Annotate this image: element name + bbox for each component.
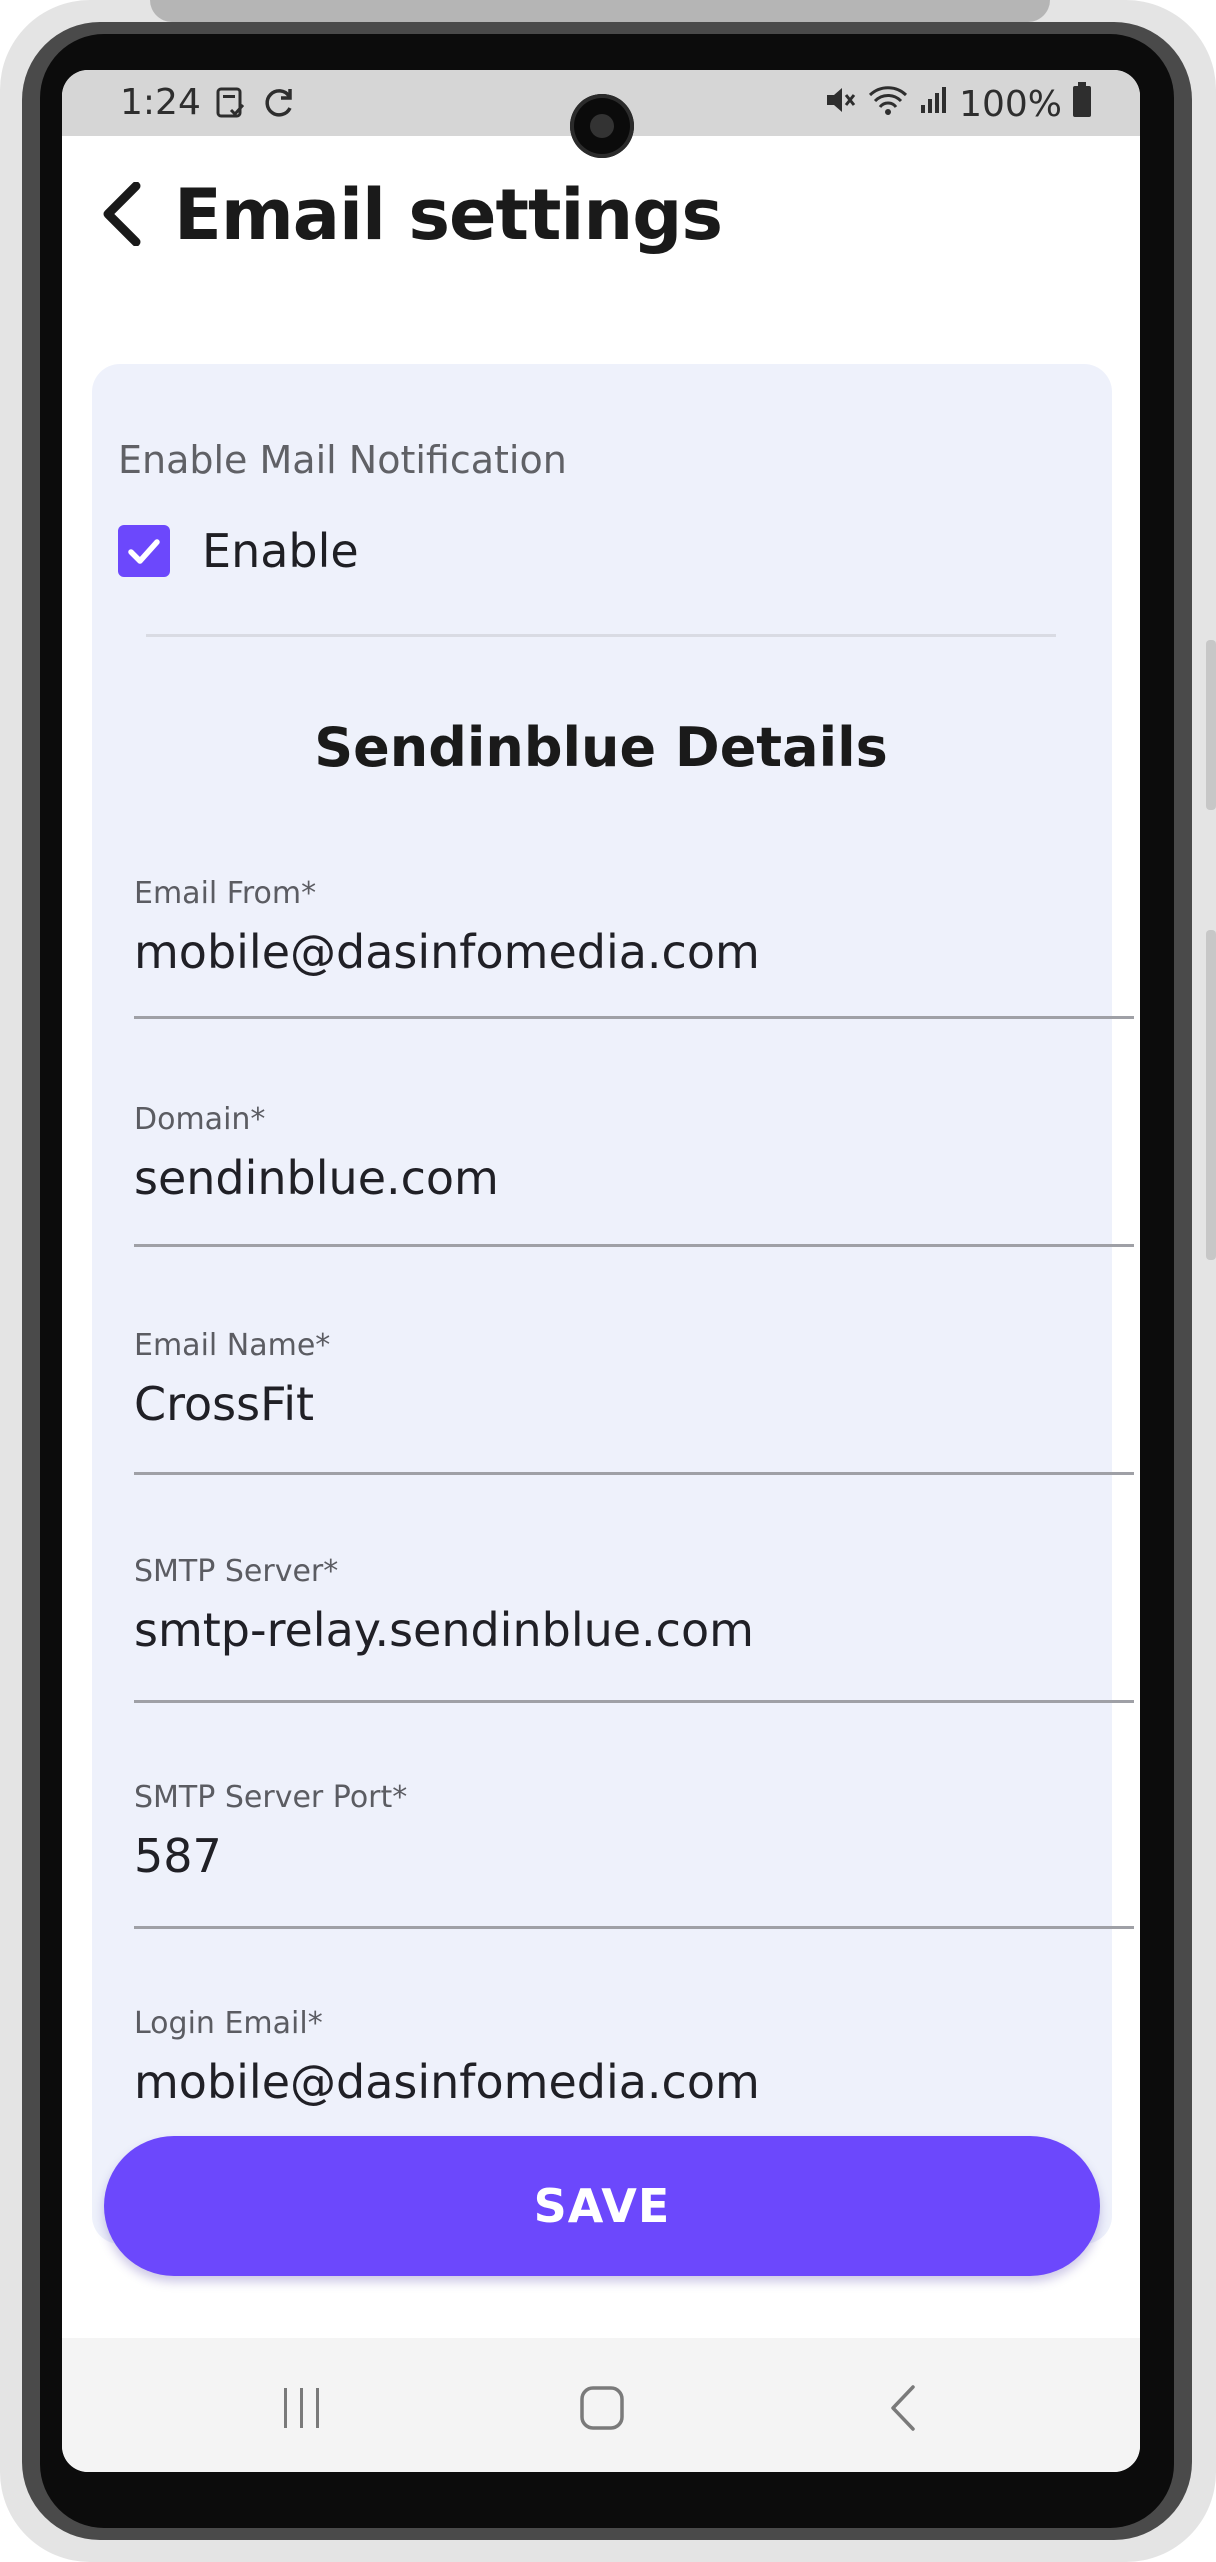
settings-card [92,364,1112,2244]
login-email-label: Login Email* [134,2006,323,2041]
domain-field[interactable]: Domain* sendinblue.com [134,1102,1134,1247]
smtp-server-field[interactable]: SMTP Server* smtp-relay.sendinblue.com [134,1554,1134,1703]
save-button[interactable]: SAVE [104,2136,1100,2276]
email-from-field[interactable]: Email From* mobile@dasinfomedia.com [134,876,1134,1019]
back-nav-icon [891,2385,915,2431]
login-email-field[interactable]: Login Email* mobile@dasinfomedia.com [134,2006,1072,2117]
page-title: Email settings [174,174,723,256]
app-screen: 1:24 100% Email settings Enable Mail Not… [62,70,1140,2472]
email-name-field[interactable]: Email Name* CrossFit [134,1328,1134,1475]
login-email-input[interactable]: mobile@dasinfomedia.com [134,2055,1072,2117]
status-time: 1:24 [120,82,201,123]
phone-top-edge [150,0,1050,22]
email-from-input[interactable]: mobile@dasinfomedia.com [134,925,1072,987]
email-name-label: Email Name* [134,1328,331,1363]
email-from-underline [134,1016,1134,1019]
smtp-server-input[interactable]: smtp-relay.sendinblue.com [134,1603,1072,1665]
smtp-port-underline [134,1926,1134,1929]
section-divider [146,634,1056,637]
battery-percent: 100% [959,84,1062,125]
enable-checkbox[interactable] [118,525,170,577]
email-name-input[interactable]: CrossFit [134,1377,1072,1439]
back-nav-button[interactable] [872,2378,932,2438]
home-icon [580,2386,624,2430]
screenshot-icon [214,86,248,124]
smtp-port-field[interactable]: SMTP Server Port* 587 [134,1780,1134,1929]
chevron-left-icon [103,181,141,247]
smtp-port-label: SMTP Server Port* [134,1780,408,1815]
sync-icon [262,86,296,124]
recent-apps-button[interactable] [272,2378,332,2438]
enable-checkbox-label: Enable [202,524,359,578]
system-nav-bar [62,2338,1140,2472]
smtp-server-underline [134,1700,1134,1703]
status-left-icons [214,86,296,124]
domain-input[interactable]: sendinblue.com [134,1151,1072,1213]
recent-apps-icon [284,2388,319,2428]
smtp-server-label: SMTP Server* [134,1554,339,1589]
home-button[interactable] [572,2378,632,2438]
status-right-group: 100% [823,82,1092,127]
volume-key [1206,640,1216,810]
email-name-underline [134,1472,1134,1475]
email-from-label: Email From* [134,876,317,911]
wifi-icon [867,83,909,126]
power-key [1206,930,1216,1260]
section-title: Sendinblue Details [314,716,888,779]
front-camera [570,94,634,158]
domain-underline [134,1244,1134,1247]
checkmark-icon [128,539,160,564]
smtp-port-input[interactable]: 587 [134,1829,1072,1891]
mute-icon [823,83,857,126]
enable-checkbox-row[interactable]: Enable [118,524,359,578]
back-button[interactable] [98,181,146,247]
battery-icon [1072,82,1092,127]
notification-section-label: Enable Mail Notification [118,438,567,482]
signal-icon [919,83,949,126]
domain-label: Domain* [134,1102,266,1137]
